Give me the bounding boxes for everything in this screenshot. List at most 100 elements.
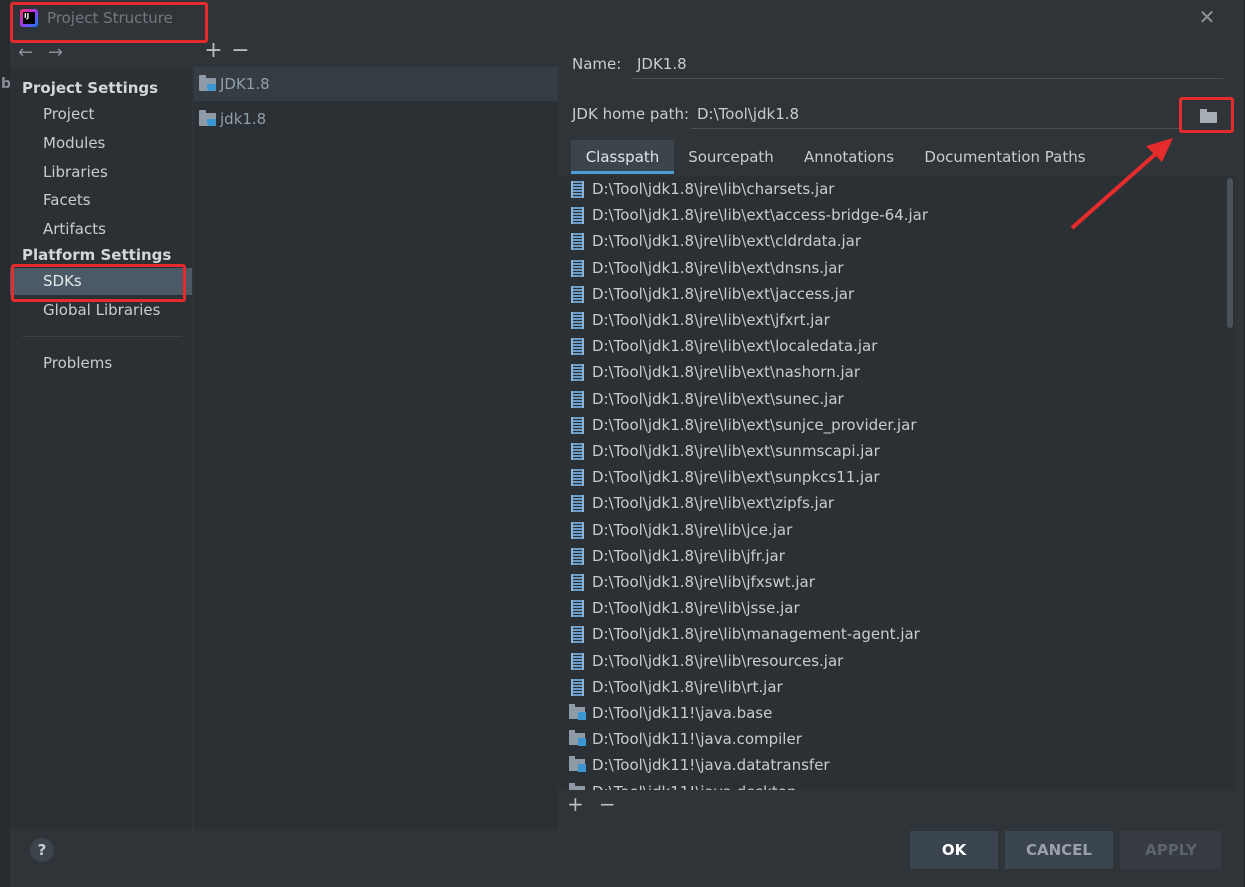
jar-icon bbox=[571, 495, 584, 513]
classpath-path: D:\Tool\jdk1.8\jre\lib\management-agent.… bbox=[592, 625, 920, 644]
tab-sourcepath[interactable]: Sourcepath bbox=[678, 140, 784, 174]
classpath-row[interactable]: D:\Tool\jdk11!\java.base bbox=[559, 700, 1219, 726]
sdk-item-jdk18-upper[interactable]: JDK1.8 bbox=[194, 67, 558, 101]
annotation-box-browse bbox=[1179, 97, 1234, 133]
jar-icon bbox=[571, 416, 584, 434]
help-button[interactable]: ? bbox=[30, 838, 54, 862]
ok-button[interactable]: OK bbox=[910, 831, 998, 869]
classpath-path: D:\Tool\jdk1.8\jre\lib\ext\jaccess.jar bbox=[592, 284, 855, 303]
classpath-row[interactable]: D:\Tool\jdk1.8\jre\lib\ext\jaccess.jar bbox=[559, 281, 1219, 307]
classpath-row[interactable]: D:\Tool\jdk1.8\jre\lib\management-agent.… bbox=[559, 621, 1219, 647]
name-field[interactable]: JDK1.8 bbox=[631, 49, 1223, 79]
add-classpath-button[interactable]: + bbox=[567, 792, 599, 816]
classpath-path: D:\Tool\jdk1.8\jre\lib\rt.jar bbox=[592, 677, 783, 696]
jar-icon bbox=[571, 600, 584, 618]
settings-sidebar: Project Settings Project Modules Librari… bbox=[10, 70, 192, 830]
sidebar-item-modules[interactable]: Modules bbox=[10, 130, 192, 157]
remove-classpath-button[interactable]: − bbox=[599, 792, 631, 816]
classpath-row[interactable]: D:\Tool\jdk1.8\jre\lib\ext\jfxrt.jar bbox=[559, 307, 1219, 333]
tab-documentation-paths[interactable]: Documentation Paths bbox=[914, 140, 1096, 174]
sdk-list: JDK1.8 jdk1.8 bbox=[194, 67, 558, 830]
sdk-item-label: jdk1.8 bbox=[220, 110, 267, 128]
jdk-home-path-field[interactable]: D:\Tool\jdk1.8 bbox=[691, 99, 1181, 129]
sdk-toolbar: + − bbox=[200, 38, 260, 63]
tab-classpath[interactable]: Classpath bbox=[571, 140, 674, 174]
tab-annotations[interactable]: Annotations bbox=[792, 140, 906, 174]
remove-sdk-button[interactable]: − bbox=[227, 38, 254, 63]
project-structure-dialog: b IJ Project Structure ✕ ← → Project Sett… bbox=[0, 0, 1245, 887]
sidebar-item-artifacts[interactable]: Artifacts bbox=[10, 216, 192, 243]
module-icon bbox=[569, 730, 586, 747]
classpath-row[interactable]: D:\Tool\jdk1.8\jre\lib\jfr.jar bbox=[559, 543, 1219, 569]
classpath-row[interactable]: D:\Tool\jdk1.8\jre\lib\ext\cldrdata.jar bbox=[559, 228, 1219, 254]
classpath-path: D:\Tool\jdk11!\java.base bbox=[592, 704, 773, 722]
apply-button[interactable]: APPLY bbox=[1120, 831, 1222, 869]
classpath-row[interactable]: D:\Tool\jdk1.8\jre\lib\ext\localedata.ja… bbox=[559, 333, 1219, 359]
classpath-row[interactable]: D:\Tool\jdk1.8\jre\lib\ext\access-bridge… bbox=[559, 202, 1219, 228]
jar-icon bbox=[571, 678, 584, 696]
classpath-path: D:\Tool\jdk1.8\jre\lib\ext\sunec.jar bbox=[592, 389, 844, 408]
classpath-path: D:\Tool\jdk1.8\jre\lib\jfxswt.jar bbox=[592, 573, 815, 591]
classpath-path: D:\Tool\jdk1.8\jre\lib\ext\jfxrt.jar bbox=[592, 311, 830, 329]
classpath-row[interactable]: D:\Tool\jdk1.8\jre\lib\resources.jar bbox=[559, 648, 1219, 674]
classpath-row[interactable]: D:\Tool\jdk1.8\jre\lib\ext\nashorn.jar bbox=[559, 359, 1219, 385]
jar-icon bbox=[571, 181, 584, 198]
jdk-folder-icon bbox=[199, 110, 216, 126]
forward-arrow-icon[interactable]: → bbox=[48, 42, 78, 63]
classpath-row[interactable]: D:\Tool\jdk1.8\jre\lib\ext\sunmscapi.jar bbox=[559, 438, 1219, 464]
jar-icon bbox=[571, 469, 584, 487]
classpath-row[interactable]: D:\Tool\jdk1.8\jre\lib\ext\zipfs.jar bbox=[559, 490, 1219, 516]
classpath-path: D:\Tool\jdk1.8\jre\lib\ext\localedata.ja… bbox=[592, 337, 878, 356]
jar-icon bbox=[571, 443, 584, 460]
classpath-row[interactable]: D:\Tool\jdk1.8\jre\lib\jce.jar bbox=[559, 517, 1219, 543]
jar-icon bbox=[571, 626, 584, 644]
jar-icon bbox=[571, 207, 584, 225]
classpath-scrollbar[interactable] bbox=[1227, 178, 1233, 328]
jar-icon bbox=[571, 390, 584, 408]
classpath-path: D:\Tool\jdk1.8\jre\lib\ext\access-bridge… bbox=[592, 206, 928, 225]
classpath-path: D:\Tool\jdk1.8\jre\lib\ext\sunjce_provid… bbox=[592, 415, 917, 434]
classpath-row[interactable]: D:\Tool\jdk11!\java.datatransfer bbox=[559, 752, 1219, 778]
jdk-home-path-label: JDK home path: bbox=[572, 105, 690, 123]
classpath-path: D:\Tool\jdk1.8\jre\lib\ext\zipfs.jar bbox=[592, 494, 835, 513]
jar-icon bbox=[571, 521, 584, 539]
project-settings-heading: Project Settings bbox=[22, 79, 159, 97]
background-window-strip: b bbox=[0, 0, 11, 887]
sidebar-item-problems[interactable]: Problems bbox=[10, 350, 192, 377]
classpath-row[interactable]: D:\Tool\jdk1.8\jre\lib\ext\sunpkcs11.jar bbox=[559, 464, 1219, 490]
sdk-item-jdk18-lower[interactable]: jdk1.8 bbox=[194, 102, 558, 136]
jdk-folder-icon bbox=[199, 75, 216, 91]
classpath-row[interactable]: D:\Tool\jdk1.8\jre\lib\charsets.jar bbox=[559, 176, 1219, 202]
jar-icon bbox=[571, 285, 584, 303]
sidebar-item-facets[interactable]: Facets bbox=[10, 187, 192, 214]
classpath-path: D:\Tool\jdk1.8\jre\lib\jsse.jar bbox=[592, 599, 800, 618]
back-arrow-icon[interactable]: ← bbox=[18, 42, 48, 63]
jar-icon bbox=[571, 652, 584, 670]
classpath-path: D:\Tool\jdk11!\java.desktop bbox=[592, 783, 796, 790]
classpath-path: D:\Tool\jdk11!\java.compiler bbox=[592, 730, 802, 749]
sidebar-item-project[interactable]: Project bbox=[10, 101, 192, 128]
classpath-row[interactable]: D:\Tool\jdk1.8\jre\lib\ext\dnsns.jar bbox=[559, 255, 1219, 281]
cancel-button[interactable]: CANCEL bbox=[1005, 831, 1113, 869]
classpath-path: D:\Tool\jdk1.8\jre\lib\ext\sunmscapi.jar bbox=[592, 442, 880, 460]
classpath-row[interactable]: D:\Tool\jdk1.8\jre\lib\rt.jar bbox=[559, 674, 1219, 700]
classpath-row[interactable]: D:\Tool\jdk1.8\jre\lib\jfxswt.jar bbox=[559, 569, 1219, 595]
classpath-row[interactable]: D:\Tool\jdk11!\java.desktop bbox=[559, 779, 1219, 790]
sidebar-item-libraries[interactable]: Libraries bbox=[10, 159, 192, 186]
jar-icon bbox=[571, 338, 584, 356]
classpath-path: D:\Tool\jdk1.8\jre\lib\resources.jar bbox=[592, 651, 844, 670]
classpath-row[interactable]: D:\Tool\jdk11!\java.compiler bbox=[559, 726, 1219, 752]
classpath-row[interactable]: D:\Tool\jdk1.8\jre\lib\ext\sunjce_provid… bbox=[559, 412, 1219, 438]
jar-icon bbox=[571, 259, 584, 277]
classpath-path: D:\Tool\jdk1.8\jre\lib\ext\sunpkcs11.jar bbox=[592, 468, 880, 487]
navigation-arrows: ← → bbox=[18, 42, 78, 64]
classpath-row[interactable]: D:\Tool\jdk1.8\jre\lib\ext\sunec.jar bbox=[559, 386, 1219, 412]
sdk-item-label: JDK1.8 bbox=[220, 75, 270, 93]
classpath-row[interactable]: D:\Tool\jdk1.8\jre\lib\jsse.jar bbox=[559, 595, 1219, 621]
module-icon bbox=[569, 756, 586, 773]
jar-icon bbox=[571, 547, 584, 565]
close-icon[interactable]: ✕ bbox=[1196, 6, 1218, 28]
platform-settings-heading: Platform Settings bbox=[22, 246, 172, 264]
classpath-path: D:\Tool\jdk1.8\jre\lib\ext\nashorn.jar bbox=[592, 363, 861, 382]
annotation-box-sdks bbox=[11, 264, 186, 302]
